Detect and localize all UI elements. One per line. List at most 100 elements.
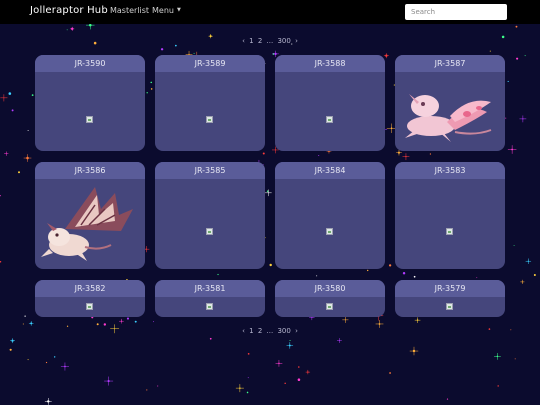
next-page-icon[interactable]: › [295,327,298,335]
star [146,389,148,391]
prev-page-icon[interactable]: ‹ [242,327,245,335]
broken-image-icon[interactable] [86,303,93,310]
star [520,279,525,284]
star [336,338,342,343]
character-card[interactable]: JR-3583 [395,162,505,269]
character-card[interactable]: JR-3582 [35,280,145,317]
pink-raptor-art [405,94,492,142]
character-card-image-area[interactable] [155,179,265,269]
character-card-title[interactable]: JR-3583 [395,162,505,179]
star [489,50,491,52]
star [8,92,12,95]
broken-image-icon[interactable] [446,303,453,310]
star [297,378,301,381]
character-card-title[interactable]: JR-3582 [35,280,145,297]
broken-image-icon[interactable] [326,303,333,310]
star [507,80,509,83]
search-input[interactable] [405,4,507,20]
nav-masterlist-link[interactable]: Masterlist [110,6,149,15]
star [217,273,219,276]
star [476,277,478,279]
character-card-title[interactable]: JR-3584 [275,162,385,179]
character-card-title[interactable]: JR-3588 [275,55,385,72]
star [515,25,518,28]
character-card-image-area[interactable] [395,179,505,269]
page-link-1[interactable]: 1 [249,37,253,45]
star [9,348,12,351]
broken-image-icon[interactable] [206,228,213,235]
star [389,372,391,374]
broken-image-icon[interactable] [326,228,333,235]
character-card[interactable]: JR-3587 [395,55,505,151]
character-card-title[interactable]: JR-3586 [35,162,145,179]
character-card[interactable]: JR-3586 [35,162,145,269]
character-card-image-area[interactable] [395,297,505,317]
character-card-image-area[interactable] [35,72,145,151]
page-link-1[interactable]: 1 [249,327,253,335]
star [175,44,177,47]
character-card-image-area[interactable] [35,297,145,317]
brand-link[interactable]: Jolleraptor Hub [30,5,108,16]
character-card-title[interactable]: JR-3589 [155,55,265,72]
page-link-300[interactable]: 300 [277,327,290,335]
star [22,323,24,325]
star [18,171,20,174]
star [497,385,499,387]
character-card[interactable]: JR-3590 [35,55,145,151]
character-card-title[interactable]: JR-3585 [155,162,265,179]
star [0,94,8,102]
character-card-title[interactable]: JR-3581 [155,280,265,297]
star [153,321,155,323]
star [31,94,34,96]
star [23,154,32,162]
character-card[interactable]: JR-3589 [155,55,265,151]
character-card[interactable]: JR-3585 [155,162,265,269]
character-card-image-area[interactable] [395,72,505,151]
character-card-image-area[interactable] [155,72,265,151]
broken-image-icon[interactable] [206,303,213,310]
character-card-title[interactable]: JR-3587 [395,55,505,72]
star [413,275,416,278]
next-page-icon[interactable]: › [295,37,298,45]
star [28,321,34,326]
character-card[interactable]: JR-3580 [275,280,385,317]
character-card-image-area[interactable] [275,179,385,269]
prev-page-icon[interactable]: ‹ [242,37,245,45]
star [533,274,536,277]
nav-menu-dropdown[interactable]: Menu ▼ [152,6,181,15]
star [525,258,532,264]
star [247,352,250,355]
broken-image-icon[interactable] [206,116,213,123]
character-card-image-area[interactable] [275,297,385,317]
star [402,153,410,161]
star [10,338,15,344]
character-card[interactable]: JR-3584 [275,162,385,269]
character-card-image-area[interactable] [155,297,265,317]
star [134,320,137,323]
character-card-image-area[interactable] [35,179,145,269]
star [305,369,311,375]
star [235,384,244,393]
character-card-title[interactable]: JR-3579 [395,280,505,297]
character-card[interactable]: JR-3581 [155,280,265,317]
broken-image-icon[interactable] [326,116,333,123]
star [446,398,449,400]
character-card-title[interactable]: JR-3590 [35,55,145,72]
page-link-2[interactable]: 2 [258,37,262,45]
star [494,353,501,360]
character-card[interactable]: JR-3588 [275,55,385,151]
page-link-2[interactable]: 2 [258,327,262,335]
star [96,323,99,326]
star [402,272,406,275]
star [414,317,421,323]
broken-image-icon[interactable] [446,228,453,235]
character-card-title[interactable]: JR-3580 [275,280,385,297]
winged-raptor-art [41,187,133,261]
page-link-300[interactable]: 300 [277,37,290,45]
broken-image-icon[interactable] [86,116,93,123]
star [262,152,265,155]
star [342,316,349,323]
caret-down-icon: ▼ [176,7,181,13]
character-card-image-area[interactable] [275,72,385,151]
character-card[interactable]: JR-3579 [395,280,505,317]
